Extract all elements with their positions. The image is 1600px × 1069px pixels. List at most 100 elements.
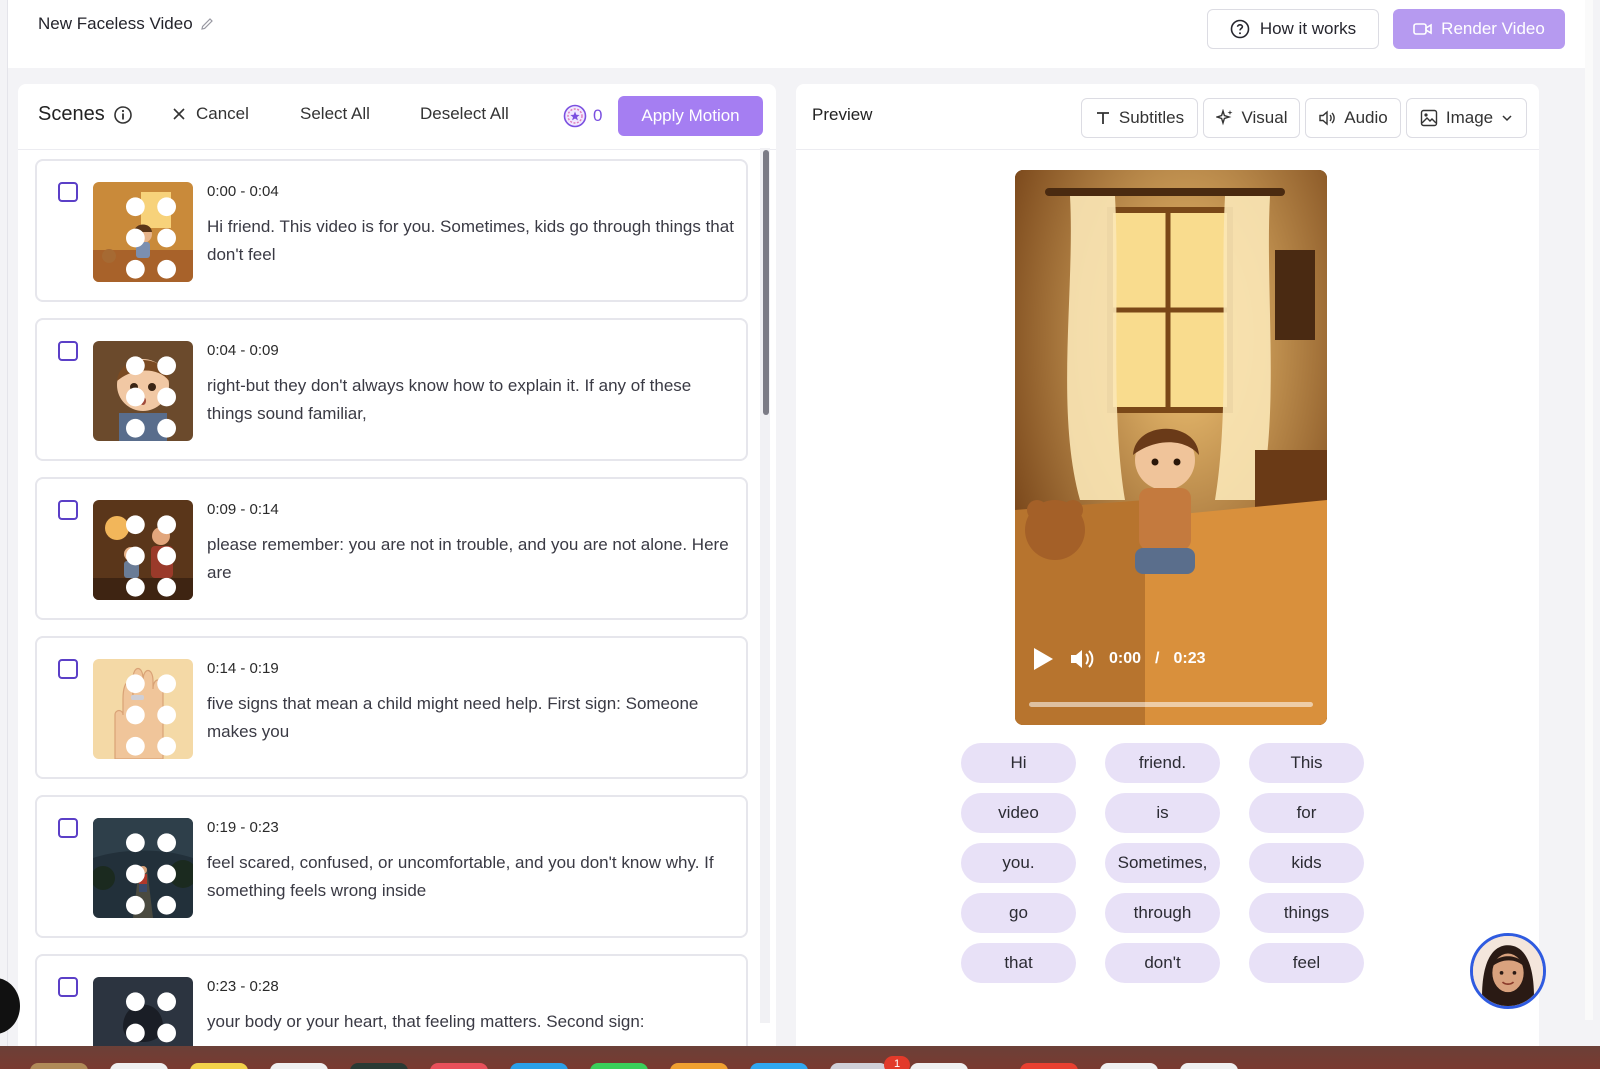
cancel-button[interactable]: Cancel [172, 104, 249, 124]
visual-label: Visual [1241, 108, 1288, 127]
word-chip[interactable]: This [1249, 743, 1364, 783]
image-icon [1420, 109, 1438, 127]
scene-checkbox[interactable] [58, 341, 78, 361]
dock-app-icon[interactable] [110, 1063, 168, 1069]
scene-card[interactable]: 0:00 - 0:04 Hi friend. This video is for… [35, 159, 748, 302]
dock-app-icon[interactable] [670, 1063, 728, 1069]
scene-text[interactable]: Hi friend. This video is for you. Someti… [207, 213, 737, 269]
scene-checkbox[interactable] [58, 659, 78, 679]
image-label: Image [1445, 108, 1494, 127]
video-title-text: New Faceless Video [38, 14, 193, 33]
render-video-button[interactable]: Render Video [1393, 9, 1565, 49]
word-chip[interactable]: kids [1249, 843, 1364, 883]
word-chip[interactable]: Hi [961, 743, 1076, 783]
scene-text[interactable]: feel scared, confused, or uncomfortable,… [207, 849, 737, 905]
render-video-label: Render Video [1441, 19, 1545, 38]
image-dropdown[interactable]: Image [1406, 98, 1527, 138]
play-icon[interactable] [1031, 646, 1055, 672]
drag-handle-icon[interactable] [101, 983, 193, 1046]
apply-motion-button[interactable]: Apply Motion [618, 96, 763, 136]
scene-list[interactable]: 0:00 - 0:04 Hi friend. This video is for… [18, 151, 766, 1046]
drag-handle-icon[interactable] [101, 347, 193, 441]
drag-handle-icon[interactable] [101, 665, 193, 759]
scenes-title: Scenes [38, 103, 133, 126]
scene-text[interactable]: your body or your heart, that feeling ma… [207, 1008, 737, 1036]
close-icon [173, 108, 185, 120]
scene-thumbnail [93, 659, 193, 759]
dock-app-icon[interactable] [30, 1063, 88, 1069]
scene-text[interactable]: right-but they don't always know how to … [207, 372, 737, 428]
scene-thumbnail [93, 182, 193, 282]
scene-text[interactable]: please remember: you are not in trouble,… [207, 531, 737, 587]
how-it-works-button[interactable]: How it works [1207, 9, 1379, 49]
dock-app-icon[interactable] [750, 1063, 808, 1069]
dock-app-icon[interactable] [190, 1063, 248, 1069]
video-player[interactable]: 0:00 / 0:23 [1015, 170, 1327, 725]
scene-card[interactable]: 0:14 - 0:19 five signs that mean a child… [35, 636, 748, 779]
sparkles-icon [1215, 109, 1232, 126]
word-chip[interactable]: that [961, 943, 1076, 983]
video-title[interactable]: New Faceless Video [38, 14, 215, 34]
scene-card[interactable]: 0:23 - 0:28 your body or your heart, tha… [35, 954, 748, 1046]
scene-time: 0:00 - 0:04 [207, 183, 279, 200]
scene-text[interactable]: five signs that mean a child might need … [207, 690, 737, 746]
top-bar: New Faceless Video How it works Render V… [8, 0, 1585, 68]
word-chip[interactable]: for [1249, 793, 1364, 833]
info-icon[interactable] [113, 105, 133, 125]
dock-app-icon[interactable] [1100, 1063, 1158, 1069]
dock-app-icon[interactable] [590, 1063, 648, 1069]
select-all-label: Select All [300, 104, 370, 123]
word-chip[interactable]: you. [961, 843, 1076, 883]
word-chip[interactable]: feel [1249, 943, 1364, 983]
scene-checkbox[interactable] [58, 500, 78, 520]
word-chip[interactable]: through [1105, 893, 1220, 933]
deselect-all-label: Deselect All [420, 104, 509, 123]
word-chip[interactable]: things [1249, 893, 1364, 933]
scene-card[interactable]: 0:19 - 0:23 feel scared, confused, or un… [35, 795, 748, 938]
volume-icon[interactable] [1069, 648, 1095, 670]
deselect-all-button[interactable]: Deselect All [420, 104, 509, 124]
dock-app-icon[interactable] [1180, 1063, 1238, 1069]
scene-time: 0:09 - 0:14 [207, 501, 279, 518]
apply-motion-label: Apply Motion [641, 106, 740, 125]
scene-card[interactable]: 0:09 - 0:14 please remember: you are not… [35, 477, 748, 620]
word-chip[interactable]: don't [1105, 943, 1220, 983]
app-window: New Faceless Video How it works Render V… [7, 0, 1585, 1046]
scenes-header: Scenes Cancel Select All Deselect All 0 … [18, 84, 776, 150]
scene-checkbox[interactable] [58, 977, 78, 997]
video-frame [1015, 170, 1327, 725]
word-chip[interactable]: go [961, 893, 1076, 933]
support-avatar-image [1473, 936, 1543, 1006]
dock-app-icon[interactable] [1020, 1063, 1078, 1069]
pencil-icon[interactable] [199, 16, 215, 32]
drag-handle-icon[interactable] [101, 506, 193, 600]
scene-time: 0:19 - 0:23 [207, 819, 279, 836]
audio-button[interactable]: Audio [1305, 98, 1401, 138]
text-icon [1096, 112, 1109, 124]
subtitles-button[interactable]: Subtitles [1081, 98, 1198, 138]
scene-checkbox[interactable] [58, 182, 78, 202]
current-time: 0:00 [1109, 650, 1142, 667]
video-progress-bar[interactable] [1029, 702, 1313, 707]
page-scrollbar[interactable] [1585, 0, 1593, 1020]
dock-app-icon[interactable] [270, 1063, 328, 1069]
dock-app-icon[interactable] [350, 1063, 408, 1069]
scene-list-scrollbar[interactable] [763, 150, 769, 415]
dock-app-icon[interactable] [510, 1063, 568, 1069]
scene-thumbnail [93, 818, 193, 918]
select-all-button[interactable]: Select All [300, 104, 370, 124]
visual-button[interactable]: Visual [1203, 98, 1300, 138]
scene-card[interactable]: 0:04 - 0:09 right-but they don't always … [35, 318, 748, 461]
word-chip[interactable]: Sometimes, [1105, 843, 1220, 883]
drag-handle-icon[interactable] [101, 824, 193, 918]
drag-handle-icon[interactable] [101, 188, 193, 282]
word-chip[interactable]: friend. [1105, 743, 1220, 783]
support-avatar[interactable] [1470, 933, 1546, 1009]
dock-app-icon[interactable] [830, 1063, 888, 1069]
scene-time: 0:04 - 0:09 [207, 342, 279, 359]
scene-checkbox[interactable] [58, 818, 78, 838]
word-chip[interactable]: is [1105, 793, 1220, 833]
dock-app-icon[interactable] [910, 1063, 968, 1069]
dock-app-icon[interactable] [430, 1063, 488, 1069]
word-chip[interactable]: video [961, 793, 1076, 833]
